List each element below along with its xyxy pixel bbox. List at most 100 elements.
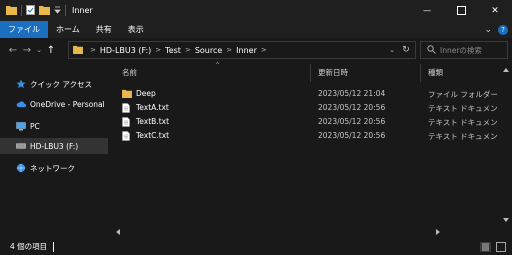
- nav-item-quick-access[interactable]: クイック アクセス: [0, 76, 108, 92]
- help-icon[interactable]: ?: [498, 24, 508, 35]
- column-header-modified[interactable]: 更新日時: [318, 67, 348, 78]
- close-icon: ✕: [491, 5, 499, 16]
- file-type: テキスト ドキュメント: [428, 132, 506, 141]
- file-modified: 2023/05/12 21:04: [318, 89, 386, 98]
- file-type: テキスト ドキュメント: [428, 104, 506, 113]
- file-name: TextA.txt: [136, 103, 169, 112]
- tab-view[interactable]: 表示: [120, 21, 152, 38]
- refresh-icon[interactable]: ↻: [399, 44, 413, 56]
- scroll-right-icon[interactable]: [432, 226, 444, 238]
- file-modified: 2023/05/12 20:56: [318, 131, 386, 140]
- column-header-name[interactable]: 名前: [122, 67, 137, 78]
- large-icons-view-button[interactable]: [494, 240, 508, 253]
- folder-icon: [122, 89, 132, 99]
- tab-home[interactable]: ホーム: [48, 21, 88, 38]
- file-modified: 2023/05/12 20:56: [318, 103, 386, 112]
- column-divider[interactable]: [310, 64, 311, 82]
- properties-icon[interactable]: [26, 4, 35, 17]
- folder-icon: [73, 45, 83, 56]
- maximize-icon: [456, 6, 466, 15]
- file-name: TextC.txt: [136, 131, 170, 140]
- file-modified: 2023/05/12 20:56: [318, 117, 386, 126]
- cloud-icon: [16, 99, 26, 109]
- text-file-icon: [122, 131, 132, 141]
- forward-arrow-icon: →: [22, 44, 32, 56]
- folder-icon: [6, 5, 17, 17]
- table-row[interactable]: TextA.txt 2023/05/12 20:56 テキスト ドキュメント: [112, 101, 505, 115]
- minimize-icon: —: [423, 6, 431, 15]
- breadcrumb-separator[interactable]: >: [185, 46, 191, 54]
- address-dropdown-icon[interactable]: ⌄: [387, 44, 397, 56]
- search-input[interactable]: [440, 45, 510, 55]
- nav-item-drive-f[interactable]: HD-LBU3 (F:): [0, 138, 108, 154]
- breadcrumb-test[interactable]: Test: [165, 46, 181, 55]
- table-row[interactable]: TextC.txt 2023/05/12 20:56 テキスト ドキュメント: [112, 129, 505, 143]
- table-row[interactable]: Deep 2023/05/12 21:04 ファイル フォルダー: [112, 87, 500, 101]
- breadcrumb-source[interactable]: Source: [195, 46, 222, 55]
- breadcrumb-separator: >: [90, 46, 96, 54]
- maximize-button[interactable]: [444, 0, 478, 21]
- search-box[interactable]: [420, 41, 510, 59]
- network-icon: [16, 163, 26, 173]
- file-type: テキスト ドキュメント: [428, 118, 506, 127]
- quick-access-toolbar: [0, 0, 66, 21]
- address-bar[interactable]: > HD-LBU3 (F:) > Test > Source > Inner >…: [68, 41, 416, 59]
- address-row: ← → ⌄ ↑ > HD-LBU3 (F:) > Test > Source >…: [0, 38, 512, 62]
- breadcrumb-separator[interactable]: >: [155, 46, 161, 54]
- close-button[interactable]: ✕: [478, 0, 512, 21]
- vertical-scrollbar[interactable]: [500, 62, 512, 238]
- status-bar: 4 個の項目: [0, 238, 512, 255]
- text-cursor: [53, 241, 55, 252]
- scroll-down-icon[interactable]: [500, 214, 512, 226]
- drive-icon: [16, 141, 26, 151]
- nav-item-label: ネットワーク: [30, 163, 75, 173]
- item-count: 4 個の項目: [10, 242, 48, 251]
- details-view-button[interactable]: [478, 240, 492, 253]
- nav-item-label: HD-LBU3 (F:): [30, 141, 79, 151]
- title-bar: Inner — ✕: [0, 0, 512, 21]
- file-type: ファイル フォルダー: [428, 90, 498, 99]
- forward-button[interactable]: →: [20, 40, 34, 60]
- text-file-icon: [122, 117, 132, 127]
- breadcrumb-separator[interactable]: >: [261, 46, 267, 54]
- column-divider[interactable]: [420, 64, 421, 82]
- file-name: TextB.txt: [136, 117, 170, 126]
- star-icon: [16, 79, 26, 89]
- ribbon-tabs: ファイル ホーム 共有 表示 ⌄ ?: [0, 21, 512, 38]
- back-button[interactable]: ←: [6, 40, 20, 60]
- tab-file[interactable]: ファイル: [0, 21, 48, 38]
- expand-ribbon-icon[interactable]: ⌄: [484, 25, 492, 35]
- minimize-button[interactable]: —: [410, 0, 444, 21]
- nav-item-pc[interactable]: PC: [0, 118, 108, 134]
- nav-item-onedrive[interactable]: OneDrive - Personal: [0, 96, 108, 112]
- search-icon: [427, 44, 436, 56]
- chevron-down-icon: ⌄: [36, 46, 42, 54]
- help-glyph: ?: [501, 25, 505, 34]
- file-list: ^ 名前 更新日時 種類 Deep 2023/05/12 21:04 ファイル …: [112, 62, 505, 238]
- customize-toolbar-icon[interactable]: [54, 6, 61, 16]
- column-header-type[interactable]: 種類: [428, 67, 443, 78]
- sort-ascending-icon: ^: [215, 62, 221, 69]
- details-view-icon: [479, 241, 491, 252]
- divider: [21, 5, 22, 16]
- table-row[interactable]: TextB.txt 2023/05/12 20:56 テキスト ドキュメント: [112, 115, 505, 129]
- recent-locations-button[interactable]: ⌄: [34, 40, 44, 60]
- text-file-icon: [122, 103, 132, 113]
- nav-item-label: PC: [30, 121, 40, 131]
- breadcrumb-separator[interactable]: >: [226, 46, 232, 54]
- window-title: Inner: [72, 6, 93, 15]
- new-folder-icon[interactable]: [39, 5, 50, 17]
- tab-share[interactable]: 共有: [88, 21, 120, 38]
- breadcrumb-drive[interactable]: HD-LBU3 (F:): [100, 46, 151, 55]
- up-button[interactable]: ↑: [44, 40, 58, 60]
- nav-item-network[interactable]: ネットワーク: [0, 160, 108, 176]
- breadcrumb-inner[interactable]: Inner: [236, 46, 257, 55]
- divider: [65, 5, 66, 16]
- scroll-up-icon[interactable]: [500, 64, 512, 76]
- back-arrow-icon: ←: [8, 44, 18, 56]
- large-icons-view-icon: [496, 241, 506, 252]
- horizontal-scrollbar[interactable]: [112, 226, 500, 238]
- scroll-left-icon[interactable]: [112, 226, 124, 238]
- file-name: Deep: [136, 89, 156, 98]
- nav-item-label: クイック アクセス: [30, 79, 93, 89]
